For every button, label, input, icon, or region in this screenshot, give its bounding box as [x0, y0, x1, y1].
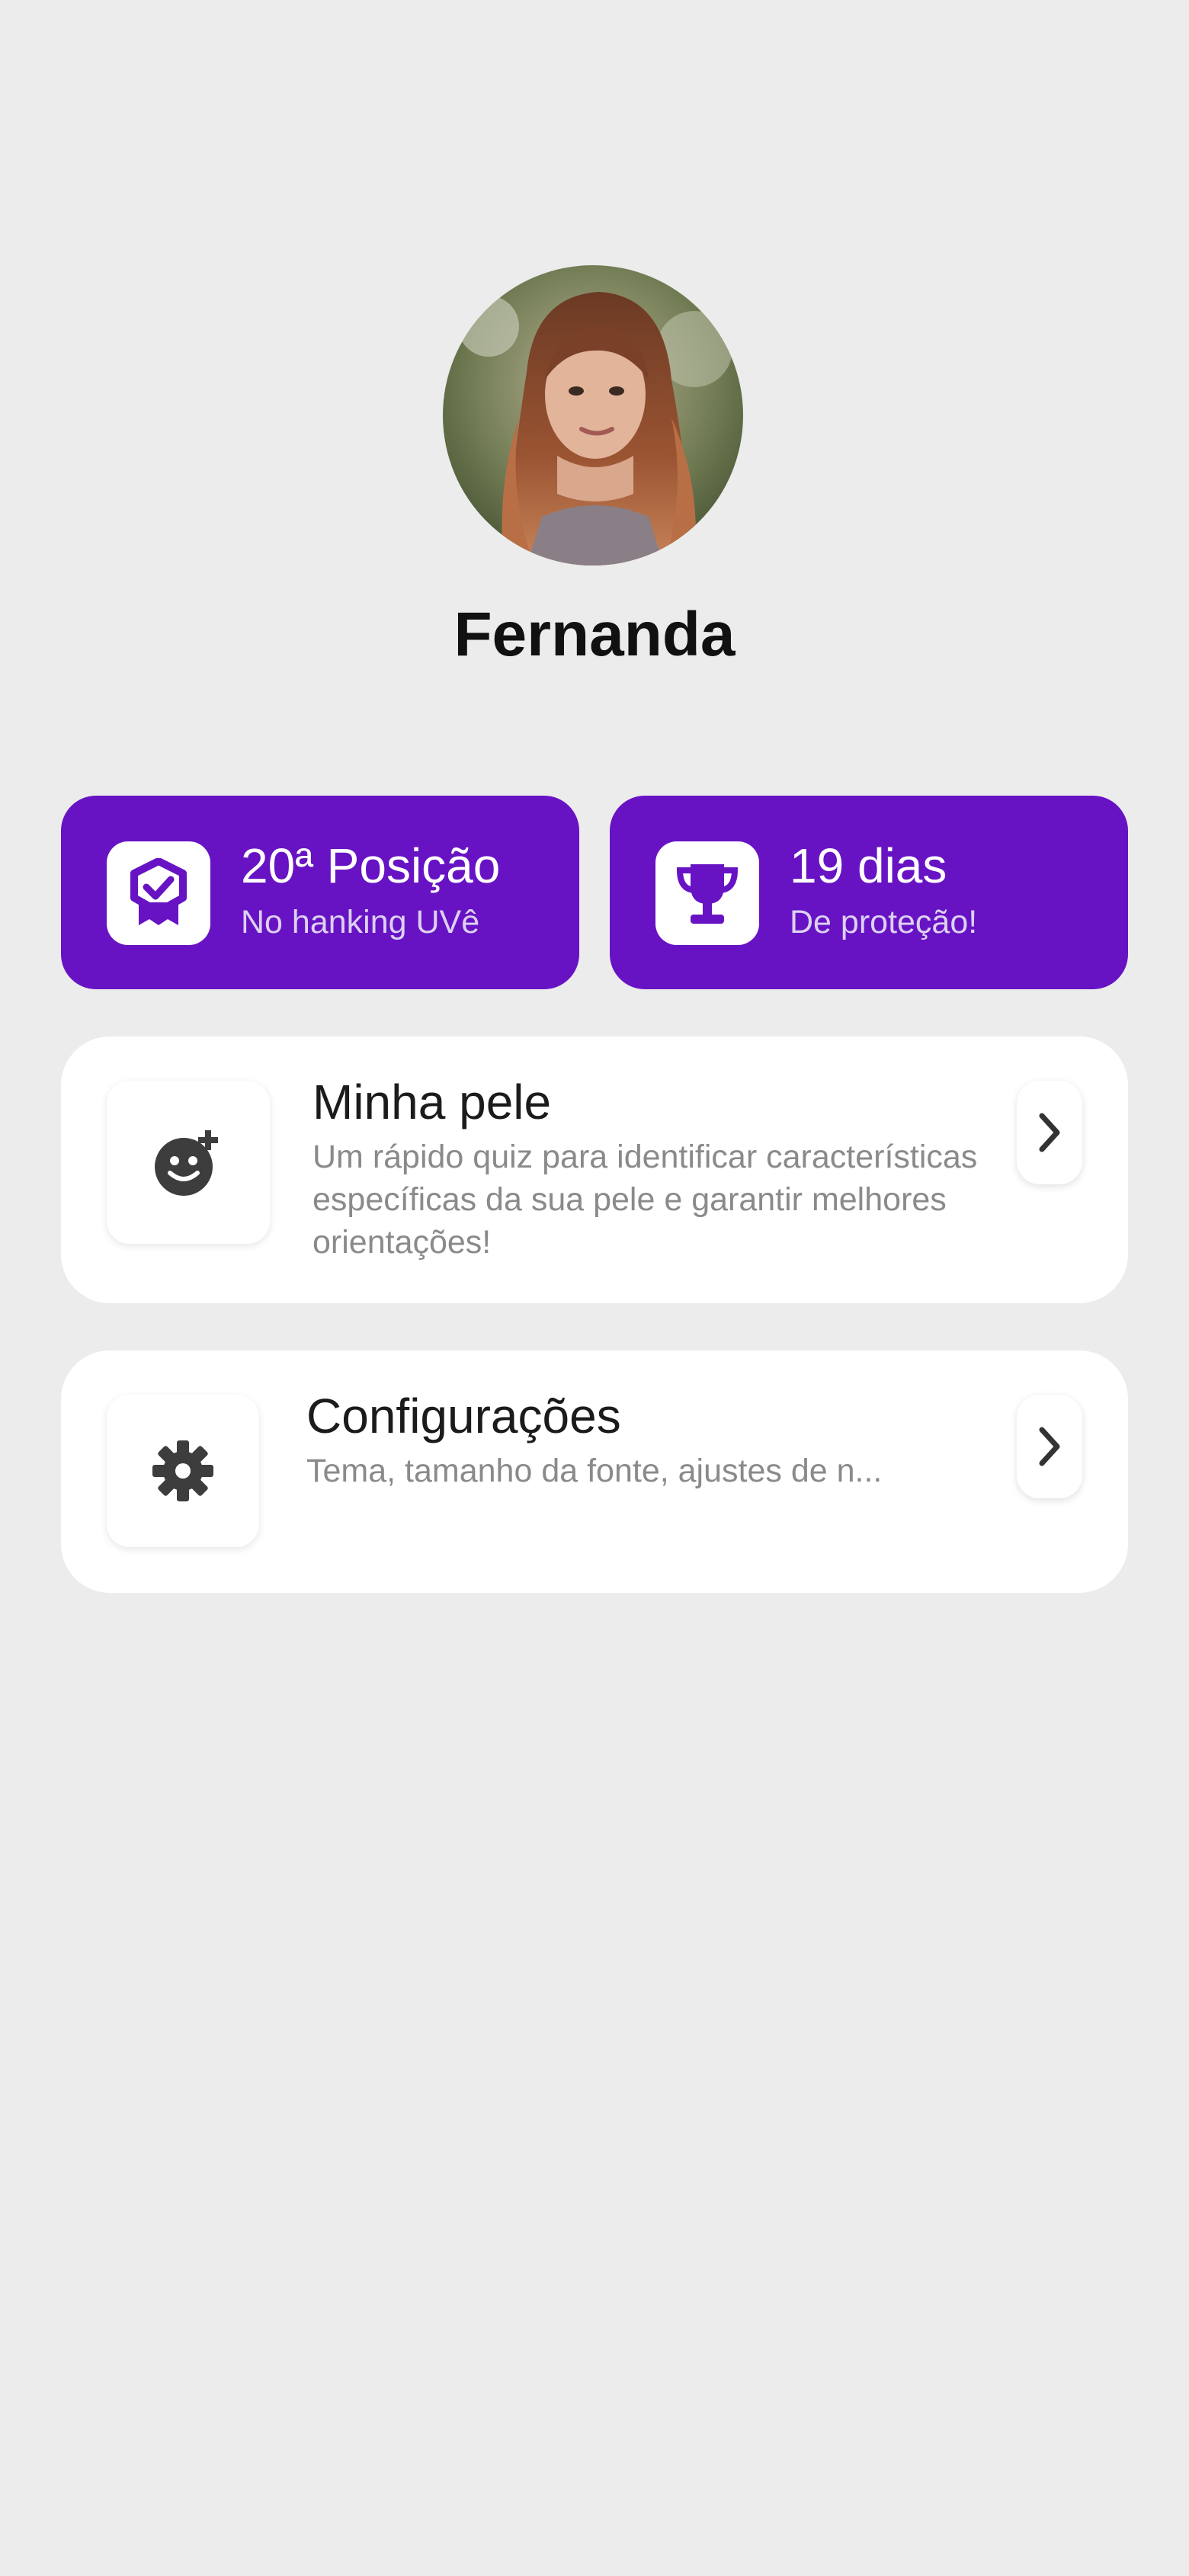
stat-card-protection[interactable]: 19 dias De proteção! — [610, 796, 1128, 989]
card-minha-pele-title: Minha pele — [312, 1075, 552, 1129]
trophy-icon — [655, 841, 759, 945]
avatar[interactable] — [443, 265, 743, 566]
profile-name: Fernanda — [453, 600, 736, 669]
smiley-plus-icon — [107, 1081, 270, 1244]
card-configuracoes-chevron-button[interactable] — [1017, 1395, 1082, 1498]
stat-card-ranking[interactable]: 20ª Posição No hanking UVê — [61, 796, 579, 989]
chevron-right-icon — [1039, 1113, 1060, 1152]
card-configuracoes-description: Tema, tamanho da fonte, ajustes de n... — [306, 1453, 883, 1489]
badge-check-icon — [107, 841, 210, 945]
stat-ranking-title: 20ª Posição — [241, 838, 501, 893]
stat-protection-subtitle: De proteção! — [790, 904, 978, 940]
stat-protection-title: 19 dias — [790, 838, 947, 893]
card-minha-pele[interactable]: Minha pele Um rápido quiz para identific… — [61, 1036, 1128, 1303]
card-minha-pele-chevron-button[interactable] — [1017, 1081, 1082, 1184]
card-minha-pele-description: Um rápido quiz para identificar caracter… — [312, 1139, 978, 1261]
card-configuracoes-title: Configurações — [306, 1389, 621, 1443]
avatar-photo — [443, 265, 743, 566]
card-configuracoes[interactable]: Configurações Tema, tamanho da fonte, aj… — [61, 1350, 1128, 1593]
stat-ranking-subtitle: No hanking UVê — [241, 904, 480, 940]
chevron-right-icon — [1039, 1427, 1060, 1466]
gear-icon — [107, 1395, 259, 1547]
